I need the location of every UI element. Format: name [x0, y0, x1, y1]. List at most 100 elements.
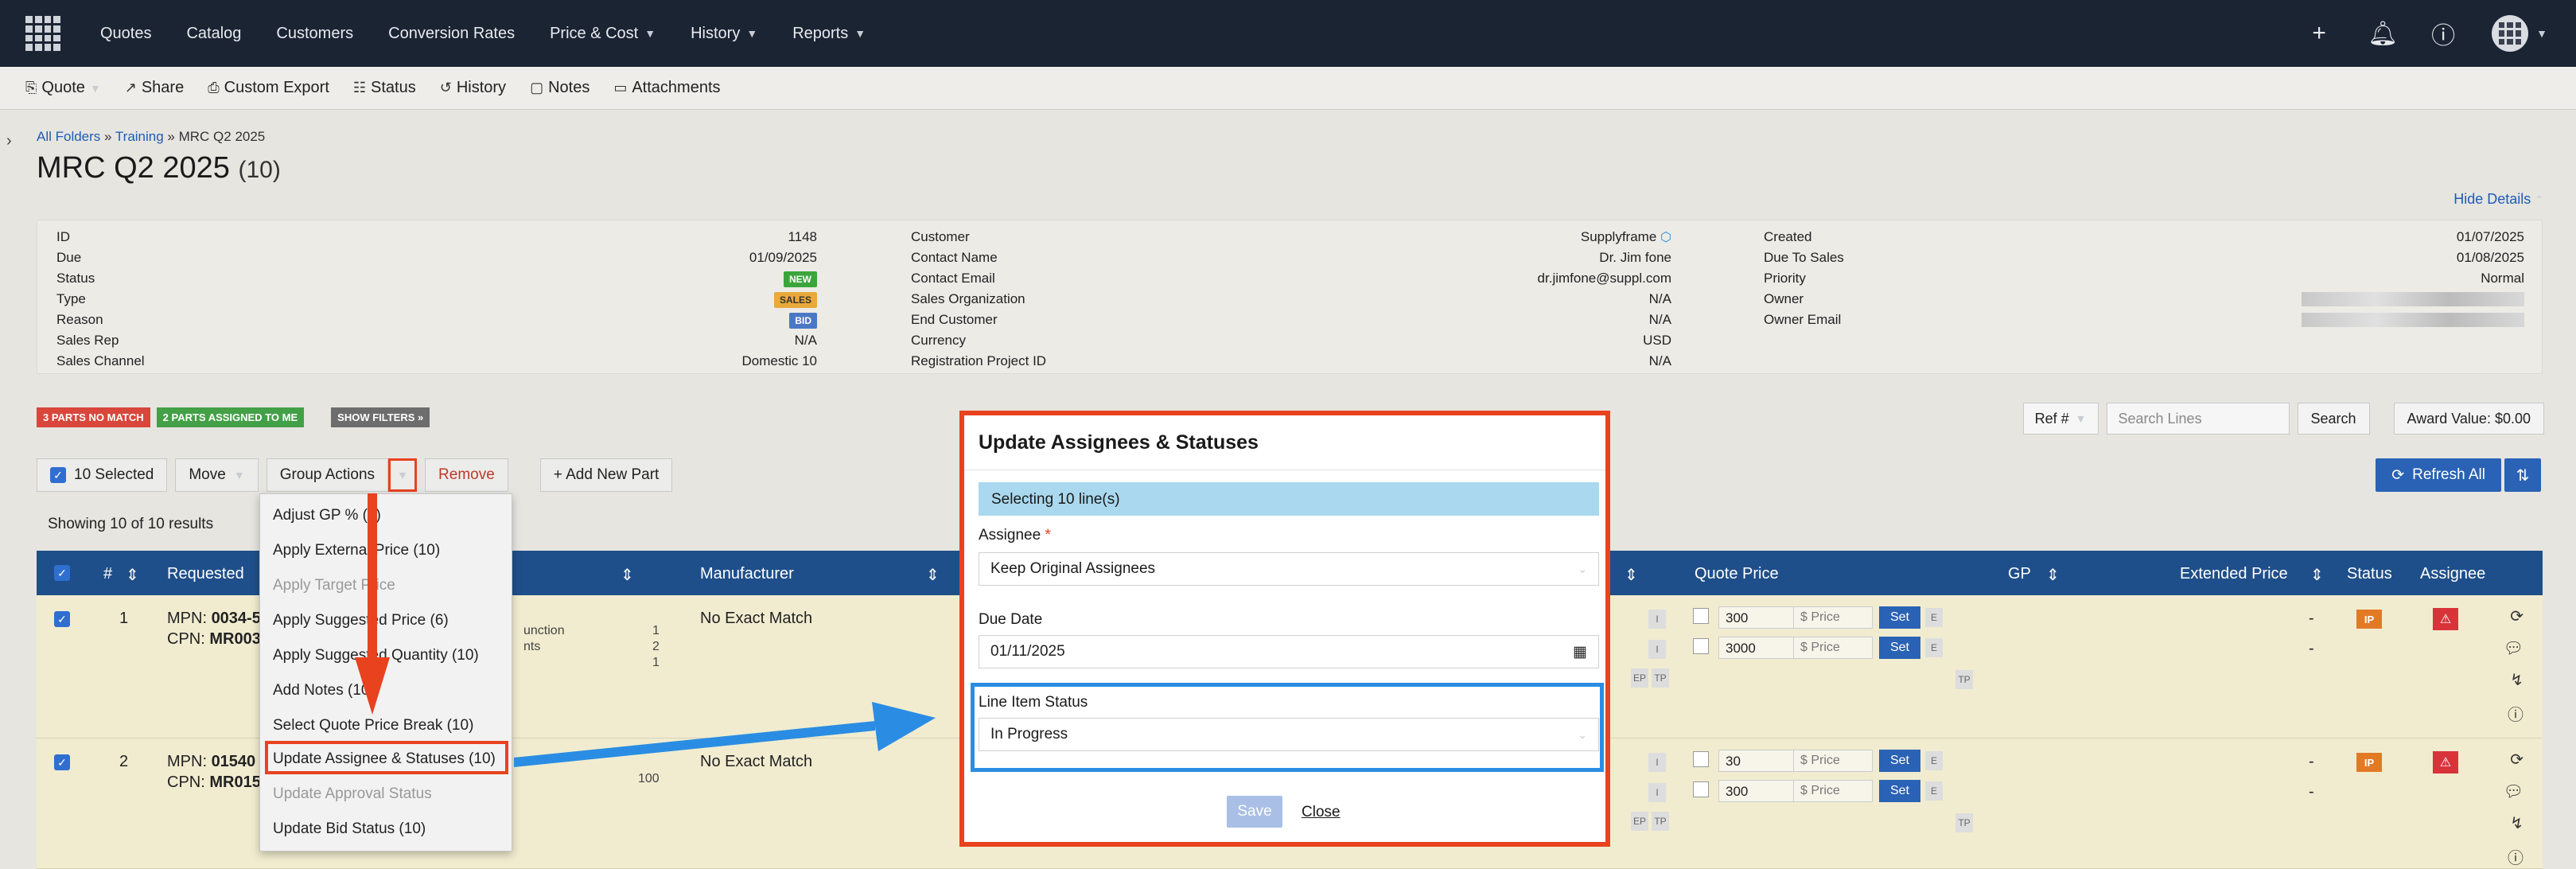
move-button[interactable]: Move ▼: [175, 458, 259, 492]
refresh-icon[interactable]: ⟳: [2510, 750, 2523, 770]
sidebar-toggle-icon[interactable]: ›: [6, 132, 12, 150]
refresh-all-button[interactable]: ⟳ Refresh All: [2376, 458, 2501, 492]
tp-button[interactable]: TP: [1652, 668, 1669, 688]
menu-item-apply-suggested-quantity[interactable]: Apply Suggested Quantity (10): [273, 647, 479, 664]
row-checkbox[interactable]: ✓: [54, 611, 70, 627]
nav-history[interactable]: History ▼: [691, 25, 757, 43]
col-header-gp[interactable]: GP: [2008, 565, 2031, 583]
info-icon[interactable]: ⓘ: [2508, 702, 2523, 725]
assigned-filter-tag[interactable]: 2 PARTS ASSIGNED TO ME: [156, 407, 305, 427]
save-button[interactable]: Save: [1227, 796, 1282, 828]
notes-button[interactable]: ▢ Notes: [530, 79, 590, 97]
warning-icon[interactable]: ⚠: [2433, 751, 2458, 774]
price-input[interactable]: $ Price: [1793, 780, 1873, 802]
col-header-extended-price[interactable]: Extended Price: [2180, 565, 2288, 583]
custom-export-button[interactable]: ⎙ Custom Export: [208, 79, 329, 97]
col-header-requested[interactable]: Requested: [167, 565, 244, 583]
user-menu[interactable]: ▼: [2492, 15, 2547, 52]
col-header-quote-price[interactable]: Quote Price: [1695, 565, 1779, 583]
nav-customers[interactable]: Customers: [276, 25, 353, 43]
remove-button[interactable]: Remove: [425, 458, 508, 492]
attachments-button[interactable]: ▭ Attachments: [613, 79, 720, 97]
quote-price-input[interactable]: 300: [1718, 780, 1798, 802]
quote-menu-button[interactable]: ⎘ Quote ▼: [25, 79, 101, 97]
info-button[interactable]: I: [1648, 610, 1666, 629]
cube-icon[interactable]: ⬡: [1660, 231, 1671, 244]
add-new-part-button[interactable]: + Add New Part: [539, 458, 673, 492]
close-link[interactable]: Close: [1302, 804, 1341, 821]
row-checkbox[interactable]: ✓: [54, 754, 70, 770]
mpn-value[interactable]: 01540: [212, 753, 256, 770]
refresh-icon[interactable]: ⟳: [2510, 606, 2523, 626]
select-all-toggle[interactable]: ✓ 10 Selected: [37, 458, 168, 492]
info-icon[interactable]: ⓘ: [2508, 845, 2523, 868]
tp-button[interactable]: TP: [1652, 812, 1669, 831]
activity-icon[interactable]: ↯: [2510, 670, 2523, 690]
nav-conversion-rates[interactable]: Conversion Rates: [388, 25, 515, 43]
warning-icon[interactable]: ⚠: [2433, 608, 2458, 630]
tp-button[interactable]: TP: [1955, 813, 1973, 832]
group-actions-caret[interactable]: ▼: [388, 458, 418, 492]
hide-details-link[interactable]: Hide Details ⌃: [2453, 191, 2544, 208]
chat-icon[interactable]: 💬︎: [2504, 781, 2523, 801]
nav-price-cost[interactable]: Price & Cost ▼: [550, 25, 656, 43]
set-button[interactable]: Set: [1879, 637, 1920, 659]
no-match-filter-tag[interactable]: 3 PARTS NO MATCH: [37, 407, 150, 427]
cpn-value[interactable]: MR003: [209, 630, 260, 648]
sort-icon[interactable]: ⇕: [2310, 565, 2324, 585]
quote-price-input[interactable]: 300: [1718, 606, 1798, 629]
menu-item-update-bid-status[interactable]: Update Bid Status (10): [273, 820, 426, 838]
price-input[interactable]: $ Price: [1793, 637, 1873, 659]
edit-button[interactable]: E: [1925, 781, 1943, 801]
price-input[interactable]: $ Price: [1793, 606, 1873, 629]
quote-price-input[interactable]: 30: [1718, 750, 1798, 772]
edit-button[interactable]: E: [1925, 751, 1943, 770]
calendar-icon[interactable]: ▦: [1573, 643, 1587, 661]
set-button[interactable]: Set: [1879, 606, 1920, 629]
sort-icon[interactable]: ⇕: [2046, 565, 2060, 585]
menu-item-adjust-gp[interactable]: Adjust GP % (5): [273, 507, 381, 524]
col-header-status[interactable]: Status: [2347, 565, 2392, 583]
ref-select[interactable]: Ref # ▼: [2022, 403, 2099, 434]
price-break-checkbox[interactable]: [1693, 781, 1709, 797]
menu-item-apply-suggested-price[interactable]: Apply Suggested Price (6): [273, 612, 449, 629]
ep-button[interactable]: EP: [1631, 668, 1648, 688]
show-filters-button[interactable]: SHOW FILTERS »: [331, 407, 430, 427]
quote-price-input[interactable]: 3000: [1718, 637, 1798, 659]
cpn-value[interactable]: MR015: [209, 774, 260, 791]
col-header-manufacturer[interactable]: Manufacturer: [700, 565, 794, 583]
assignee-select[interactable]: Keep Original Assignees ⌄: [979, 552, 1599, 586]
price-break-checkbox[interactable]: [1693, 751, 1709, 767]
mpn-value[interactable]: 0034-5: [212, 610, 261, 627]
help-icon[interactable]: ⓘ: [2430, 16, 2457, 51]
edit-button[interactable]: E: [1925, 608, 1943, 627]
set-button[interactable]: Set: [1879, 780, 1920, 802]
breadcrumb-training[interactable]: Training: [115, 129, 164, 144]
header-checkbox[interactable]: ✓: [54, 565, 70, 581]
search-button[interactable]: Search: [2297, 403, 2370, 434]
menu-item-select-quote-price-break[interactable]: Select Quote Price Break (10): [273, 717, 473, 735]
sort-icon[interactable]: ⇕: [621, 565, 634, 585]
price-input[interactable]: $ Price: [1793, 750, 1873, 772]
breadcrumb-all-folders[interactable]: All Folders: [37, 129, 100, 144]
chat-icon[interactable]: 💬︎: [2504, 638, 2523, 658]
history-button[interactable]: ↺ History: [440, 79, 506, 97]
col-header-num[interactable]: #: [103, 565, 112, 583]
search-lines-input[interactable]: Search Lines: [2106, 403, 2290, 434]
menu-item-add-notes[interactable]: Add Notes (10): [273, 682, 375, 699]
tp-button[interactable]: TP: [1955, 670, 1973, 689]
status-button[interactable]: ☷ Status: [353, 79, 416, 97]
share-button[interactable]: ↗ Share: [125, 79, 184, 97]
ep-button[interactable]: EP: [1631, 812, 1648, 831]
plus-icon[interactable]: +: [2306, 20, 2333, 47]
set-button[interactable]: Set: [1879, 750, 1920, 772]
info-button[interactable]: I: [1648, 640, 1666, 659]
nav-catalog[interactable]: Catalog: [186, 25, 241, 43]
sort-icon[interactable]: ⇕: [1625, 565, 1638, 585]
nav-quotes[interactable]: Quotes: [100, 25, 151, 43]
nav-reports[interactable]: Reports ▼: [792, 25, 866, 43]
due-date-input[interactable]: 01/11/2025 ▦: [979, 635, 1599, 668]
app-logo-icon[interactable]: [25, 16, 60, 51]
price-break-checkbox[interactable]: [1693, 638, 1709, 654]
activity-icon[interactable]: ↯: [2510, 813, 2523, 833]
